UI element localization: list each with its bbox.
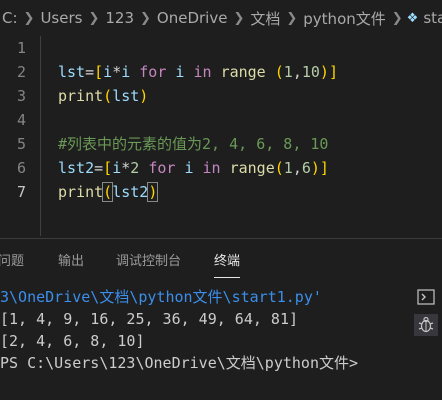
terminal-output[interactable]: 3\OneDrive\文档\python文件\start1.py' [1, 4,… [0,286,400,400]
code-token: i [112,159,122,177]
code-line[interactable]: 6 lst2=[i*2 for i in range(1,6)] [0,156,442,180]
code-token: i [103,63,113,81]
code-token: in [202,159,221,177]
code-token: ( [274,159,284,177]
terminal-line: [1, 4, 9, 16, 25, 36, 49, 64, 81] [0,310,299,328]
code-token: 10 [301,63,320,81]
line-number: 4 [16,111,26,129]
panel-divider [0,238,442,239]
code-line[interactable]: 4 [0,108,442,132]
code-editor[interactable]: 1 2 lst=[i*i for i in range (1,10)] 3 print(… [0,36,442,236]
code-token: 1 [283,63,293,81]
code-token: 1 [283,159,293,177]
chevron-right-icon: ❯ [286,10,298,26]
code-token: , [292,63,302,81]
terminal-prompt: PS C:\Users\123\OneDrive\文档\python文件> [0,354,359,372]
tab-debug-console[interactable]: 调试控制台 [116,244,181,280]
code-token: ) [319,63,329,81]
code-token: lst2 [58,159,95,177]
chevron-right-icon: ❯ [88,10,100,26]
panel-tabs: 问题 输出 调试控制台 终端 [0,244,442,280]
tab-terminal[interactable]: 终端 [214,244,241,280]
code-text: lst2=[i*2 for i in range(1,6)] [58,156,329,180]
code-token: ] [328,63,338,81]
code-token: = [94,159,104,177]
code-text: #列表中的元素的值为2, 4, 6, 8, 10 [58,132,328,156]
chevron-right-icon: ❯ [140,10,151,26]
code-text: print(lst) [58,84,148,108]
code-token: range [220,63,266,81]
code-token: [ [94,63,104,81]
breadcrumb-users[interactable]: Users [38,9,84,27]
code-token: print [58,183,104,201]
code-token: ( [102,182,114,202]
line-number: 5 [16,135,26,153]
breadcrumb-file[interactable]: start1 [421,9,442,27]
chevron-right-icon: ❯ [23,10,35,26]
code-text: print(lst2) [58,180,159,204]
code-token: for [148,159,176,177]
code-token: i [121,63,131,81]
code-token: [ [103,159,113,177]
code-token: lst2 [112,183,149,201]
code-token: lst [112,87,140,105]
line-number: 2 [16,63,26,81]
code-token: * [121,159,131,177]
code-token: ] [319,159,329,177]
code-token: lst [58,63,86,81]
tab-output[interactable]: 输出 [58,244,84,280]
code-token: , [292,159,302,177]
code-token: ( [274,63,284,81]
code-token: for [139,63,167,81]
breadcrumb-drive[interactable]: C: [0,9,20,27]
code-token: 6 [301,159,311,177]
code-line[interactable]: 1 [0,36,442,60]
code-token: print [58,87,104,105]
line-number: 3 [16,87,26,105]
code-line[interactable]: 5 #列表中的元素的值为2, 4, 6, 8, 10 [0,132,442,156]
line-number: 1 [16,39,26,57]
code-line[interactable]: 2 lst=[i*i for i in range (1,10)] [0,60,442,84]
code-token: ) [147,182,159,202]
terminal-line: 3\OneDrive\文档\python文件\start1.py' [0,288,322,306]
code-token: * [112,63,122,81]
breadcrumb-onedrive[interactable]: OneDrive [155,9,230,27]
breadcrumb-documents[interactable]: 文档 [248,8,282,29]
chevron-right-icon: ❯ [233,10,245,26]
code-line[interactable]: 3 print(lst) [0,84,442,108]
code-token: range [229,159,275,177]
python-file-icon: ❖ [406,10,419,26]
code-token: ) [139,87,149,105]
breadcrumb-python-folder[interactable]: python文件 [301,8,387,29]
terminal-icon[interactable] [414,286,438,308]
code-token: #列表中的元素的值为2, 4, 6, 8, 10 [58,135,329,153]
breadcrumb: C: ❯ Users ❯ 123 ❯ OneDrive ❯ 文档 ❯ pytho… [0,0,442,36]
code-token: 2 [130,159,140,177]
tab-problems[interactable]: 问题 [0,244,24,280]
code-text: lst=[i*i for i in range (1,10)] [58,60,338,84]
code-token: ( [103,87,113,105]
line-number: 7 [16,183,26,201]
code-token: ) [310,159,320,177]
line-number: 6 [16,159,26,177]
chevron-right-icon: ❯ [391,10,403,26]
breadcrumb-123[interactable]: 123 [103,9,136,27]
debug-icon[interactable] [414,314,438,336]
terminal-line: [2, 4, 6, 8, 10] [0,332,145,350]
code-token: in [193,63,212,81]
code-line[interactable]: 7 print(lst2) [0,180,442,204]
code-token: = [85,63,95,81]
